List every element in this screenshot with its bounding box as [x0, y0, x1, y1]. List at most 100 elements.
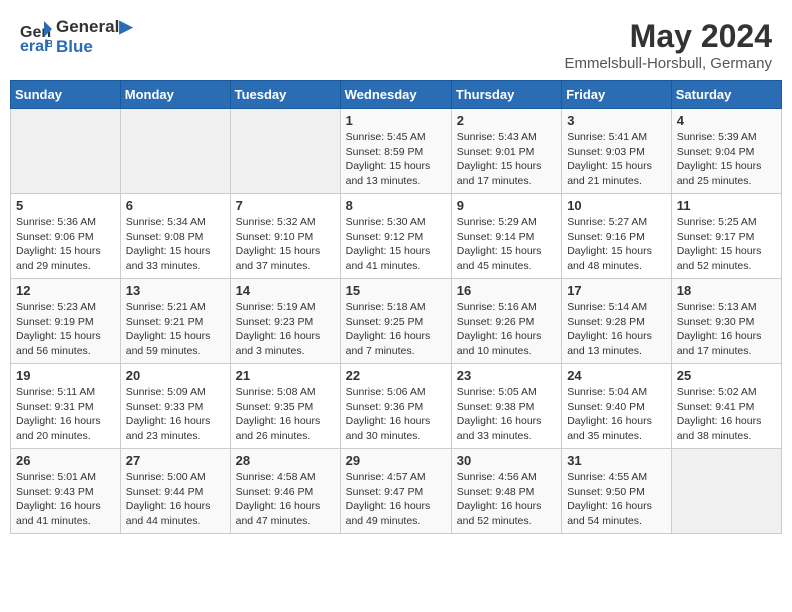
day-number: 17 — [567, 283, 666, 298]
day-cell: 6 Sunrise: 5:34 AM Sunset: 9:08 PM Daylig… — [120, 194, 230, 279]
day-number: 5 — [16, 198, 115, 213]
day-cell: 11Sunrise: 5:25 AM Sunset: 9:17 PM Dayli… — [671, 194, 781, 279]
day-cell: 18 Sunrise: 5:13 AM Sunset: 9:30 PM Dayli… — [671, 279, 781, 364]
day-info: Sunrise: 5:00 AM Sunset: 9:44 PM Dayligh… — [126, 470, 225, 529]
day-number: 14 — [236, 283, 335, 298]
day-number: 1 — [346, 113, 446, 128]
day-info: Sunrise: 5:14 AM Sunset: 9:28 PM Dayligh… — [567, 300, 666, 359]
week-row-5: 26 Sunrise: 5:01 AM Sunset: 9:43 PM Dayli… — [11, 449, 782, 534]
logo: Gen eral Blue General▶ Blue — [20, 18, 132, 57]
day-cell: 24 Sunrise: 5:04 AM Sunset: 9:40 PM Dayli… — [562, 364, 672, 449]
day-number: 8 — [346, 198, 446, 213]
day-cell: 23Sunrise: 5:05 AM Sunset: 9:38 PM Dayli… — [451, 364, 561, 449]
day-cell: 13 Sunrise: 5:21 AM Sunset: 9:21 PM Dayli… — [120, 279, 230, 364]
day-info: Sunrise: 4:55 AM Sunset: 9:50 PM Dayligh… — [567, 470, 666, 529]
day-info: Sunrise: 5:04 AM Sunset: 9:40 PM Dayligh… — [567, 385, 666, 444]
day-cell: 5 Sunrise: 5:36 AM Sunset: 9:06 PM Daylig… — [11, 194, 121, 279]
day-info: Sunrise: 5:21 AM Sunset: 9:21 PM Dayligh… — [126, 300, 225, 359]
week-row-1: 1 Sunrise: 5:45 AM Sunset: 8:59 PM Daylig… — [11, 109, 782, 194]
day-cell: 20Sunrise: 5:09 AM Sunset: 9:33 PM Dayli… — [120, 364, 230, 449]
day-info: Sunrise: 5:08 AM Sunset: 9:35 PM Dayligh… — [236, 385, 335, 444]
day-cell: 3Sunrise: 5:41 AM Sunset: 9:03 PM Daylig… — [562, 109, 672, 194]
weekday-header-friday: Friday — [562, 81, 672, 109]
day-number: 13 — [126, 283, 225, 298]
day-cell: 7 Sunrise: 5:32 AM Sunset: 9:10 PM Daylig… — [230, 194, 340, 279]
svg-text:eral: eral — [20, 38, 48, 55]
day-number: 18 — [677, 283, 776, 298]
day-number: 26 — [16, 453, 115, 468]
day-cell: 8 Sunrise: 5:30 AM Sunset: 9:12 PM Daylig… — [340, 194, 451, 279]
week-row-2: 5 Sunrise: 5:36 AM Sunset: 9:06 PM Daylig… — [11, 194, 782, 279]
day-cell: 31Sunrise: 4:55 AM Sunset: 9:50 PM Dayli… — [562, 449, 672, 534]
day-info: Sunrise: 5:13 AM Sunset: 9:30 PM Dayligh… — [677, 300, 776, 359]
weekday-header-monday: Monday — [120, 81, 230, 109]
month-title: May 2024 — [564, 18, 772, 55]
day-info: Sunrise: 5:18 AM Sunset: 9:25 PM Dayligh… — [346, 300, 446, 359]
day-cell: 10 Sunrise: 5:27 AM Sunset: 9:16 PM Dayli… — [562, 194, 672, 279]
day-number: 9 — [457, 198, 556, 213]
logo-general-text: General — [56, 17, 119, 36]
day-cell: 28Sunrise: 4:58 AM Sunset: 9:46 PM Dayli… — [230, 449, 340, 534]
day-number: 12 — [16, 283, 115, 298]
day-number: 4 — [677, 113, 776, 128]
day-number: 30 — [457, 453, 556, 468]
day-number: 11 — [677, 198, 776, 213]
weekday-header-tuesday: Tuesday — [230, 81, 340, 109]
weekday-header-sunday: Sunday — [11, 81, 121, 109]
day-number: 29 — [346, 453, 446, 468]
day-cell: 21 Sunrise: 5:08 AM Sunset: 9:35 PM Dayli… — [230, 364, 340, 449]
weekday-header-wednesday: Wednesday — [340, 81, 451, 109]
day-info: Sunrise: 5:30 AM Sunset: 9:12 PM Dayligh… — [346, 215, 446, 274]
day-info: Sunrise: 5:19 AM Sunset: 9:23 PM Dayligh… — [236, 300, 335, 359]
weekday-header-thursday: Thursday — [451, 81, 561, 109]
day-cell: 14 Sunrise: 5:19 AM Sunset: 9:23 PM Dayli… — [230, 279, 340, 364]
day-info: Sunrise: 4:57 AM Sunset: 9:47 PM Dayligh… — [346, 470, 446, 529]
day-cell — [671, 449, 781, 534]
day-number: 6 — [126, 198, 225, 213]
day-cell — [120, 109, 230, 194]
day-info: Sunrise: 5:36 AM Sunset: 9:06 PM Dayligh… — [16, 215, 115, 274]
day-cell: 15 Sunrise: 5:18 AM Sunset: 9:25 PM Dayli… — [340, 279, 451, 364]
title-block: May 2024 Emmelsbull-Horsbull, Germany — [564, 18, 772, 72]
day-number: 24 — [567, 368, 666, 383]
day-cell: 29 Sunrise: 4:57 AM Sunset: 9:47 PM Dayli… — [340, 449, 451, 534]
day-number: 10 — [567, 198, 666, 213]
day-info: Sunrise: 5:32 AM Sunset: 9:10 PM Dayligh… — [236, 215, 335, 274]
day-info: Sunrise: 5:16 AM Sunset: 9:26 PM Dayligh… — [457, 300, 556, 359]
day-cell — [11, 109, 121, 194]
day-cell: 27 Sunrise: 5:00 AM Sunset: 9:44 PM Dayli… — [120, 449, 230, 534]
logo-arrow: ▶ — [119, 17, 132, 36]
day-number: 16 — [457, 283, 556, 298]
calendar-table: SundayMondayTuesdayWednesdayThursdayFrid… — [10, 80, 782, 534]
day-info: Sunrise: 5:27 AM Sunset: 9:16 PM Dayligh… — [567, 215, 666, 274]
day-number: 15 — [346, 283, 446, 298]
day-cell: 30 Sunrise: 4:56 AM Sunset: 9:48 PM Dayli… — [451, 449, 561, 534]
logo-blue-text: Blue — [56, 37, 93, 56]
day-number: 21 — [236, 368, 335, 383]
day-info: Sunrise: 4:58 AM Sunset: 9:46 PM Dayligh… — [236, 470, 335, 529]
day-info: Sunrise: 5:34 AM Sunset: 9:08 PM Dayligh… — [126, 215, 225, 274]
day-cell: 12Sunrise: 5:23 AM Sunset: 9:19 PM Dayli… — [11, 279, 121, 364]
day-info: Sunrise: 4:56 AM Sunset: 9:48 PM Dayligh… — [457, 470, 556, 529]
day-info: Sunrise: 5:39 AM Sunset: 9:04 PM Dayligh… — [677, 130, 776, 189]
day-cell: 16 Sunrise: 5:16 AM Sunset: 9:26 PM Dayli… — [451, 279, 561, 364]
day-info: Sunrise: 5:43 AM Sunset: 9:01 PM Dayligh… — [457, 130, 556, 189]
day-info: Sunrise: 5:11 AM Sunset: 9:31 PM Dayligh… — [16, 385, 115, 444]
logo-icon: Gen eral Blue — [20, 19, 52, 55]
day-number: 23 — [457, 368, 556, 383]
day-cell: 9Sunrise: 5:29 AM Sunset: 9:14 PM Daylig… — [451, 194, 561, 279]
day-number: 7 — [236, 198, 335, 213]
day-number: 3 — [567, 113, 666, 128]
day-cell — [230, 109, 340, 194]
day-info: Sunrise: 5:01 AM Sunset: 9:43 PM Dayligh… — [16, 470, 115, 529]
weekday-header-saturday: Saturday — [671, 81, 781, 109]
day-info: Sunrise: 5:02 AM Sunset: 9:41 PM Dayligh… — [677, 385, 776, 444]
day-number: 19 — [16, 368, 115, 383]
day-cell: 22Sunrise: 5:06 AM Sunset: 9:36 PM Dayli… — [340, 364, 451, 449]
svg-text:Blue: Blue — [46, 39, 52, 50]
week-row-3: 12Sunrise: 5:23 AM Sunset: 9:19 PM Dayli… — [11, 279, 782, 364]
day-cell: 25 Sunrise: 5:02 AM Sunset: 9:41 PM Dayli… — [671, 364, 781, 449]
day-info: Sunrise: 5:45 AM Sunset: 8:59 PM Dayligh… — [346, 130, 446, 189]
day-number: 27 — [126, 453, 225, 468]
day-number: 25 — [677, 368, 776, 383]
